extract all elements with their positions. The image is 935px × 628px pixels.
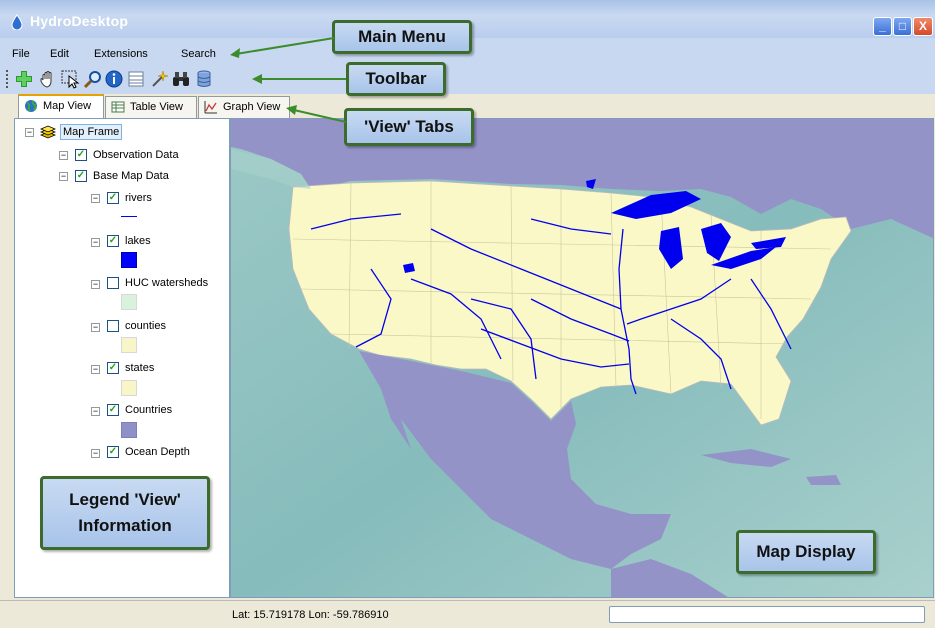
callout-legend-view: Legend 'View' Information <box>40 476 210 550</box>
counties-fill-swatch <box>121 337 137 353</box>
base-map-data-expander[interactable]: − <box>59 172 68 181</box>
minimize-button[interactable]: _ <box>873 17 892 36</box>
huc-watersheds-fill-swatch <box>121 294 137 310</box>
base-map-data-checkbox[interactable]: ✓ <box>75 170 87 182</box>
menu-extensions[interactable]: Extensions <box>94 48 148 60</box>
toolbar <box>0 64 935 94</box>
callout-toolbar: Toolbar <box>346 62 446 96</box>
tab-table-view[interactable]: Table View <box>105 96 197 118</box>
attribute-table-icon[interactable] <box>126 69 146 89</box>
states-expander[interactable]: − <box>91 365 100 374</box>
observation-data-checkbox[interactable]: ✓ <box>75 149 87 161</box>
hydrodesktop-window: HydroDesktop _ □ X File Edit Extensions … <box>0 0 935 628</box>
tab-graph-view[interactable]: Graph View <box>198 96 290 118</box>
graph-icon <box>204 101 217 114</box>
window-title: HydroDesktop <box>30 13 129 29</box>
legend-ocean-depth[interactable]: Ocean Depth <box>125 446 190 458</box>
app-droplet-icon <box>11 14 23 30</box>
legend-rivers[interactable]: rivers <box>125 192 152 204</box>
tab-map-view[interactable]: Map View <box>18 94 104 118</box>
ocean-depth-expander[interactable]: − <box>91 449 100 458</box>
legend-base-map-data[interactable]: Base Map Data <box>93 170 169 182</box>
globe-icon <box>25 100 37 112</box>
tab-map-view-label: Map View <box>43 100 92 112</box>
countries-expander[interactable]: − <box>91 407 100 416</box>
toolbar-grip[interactable] <box>6 70 11 88</box>
pan-hand-icon[interactable] <box>38 69 58 89</box>
status-progress-bar <box>609 606 925 623</box>
map-display[interactable] <box>230 118 934 598</box>
countries-fill-swatch <box>121 422 137 438</box>
map-canvas[interactable] <box>231 119 934 598</box>
layers-stack-icon <box>40 125 56 139</box>
menu-edit[interactable]: Edit <box>50 48 69 60</box>
lakes-fill-swatch <box>121 252 137 268</box>
callout-legend-line2: Information <box>78 516 172 535</box>
menu-file[interactable]: File <box>12 48 30 60</box>
zoom-icon[interactable] <box>83 69 103 89</box>
add-layer-icon[interactable] <box>14 69 34 89</box>
arrow-toolbar <box>252 74 346 84</box>
binoculars-icon[interactable] <box>171 69 191 89</box>
maximize-button[interactable]: □ <box>893 17 912 36</box>
legend-counties[interactable]: counties <box>125 320 166 332</box>
legend-huc-watersheds[interactable]: HUC watersheds <box>125 277 208 289</box>
counties-checkbox[interactable] <box>107 320 119 332</box>
legend-map-frame[interactable]: Map Frame <box>60 124 123 140</box>
legend-countries[interactable]: Countries <box>125 404 172 416</box>
coordinates-readout: Lat: 15.719178 Lon: -59.786910 <box>232 609 389 621</box>
states-fill-swatch <box>121 380 137 396</box>
rivers-checkbox[interactable]: ✓ <box>107 192 119 204</box>
tab-graph-view-label: Graph View <box>223 101 281 113</box>
lakes-checkbox[interactable]: ✓ <box>107 235 119 247</box>
close-button[interactable]: X <box>913 17 933 36</box>
states-checkbox[interactable]: ✓ <box>107 362 119 374</box>
rivers-expander[interactable]: − <box>91 194 100 203</box>
callout-main-menu: Main Menu <box>332 20 472 54</box>
huc-watersheds-checkbox[interactable] <box>107 277 119 289</box>
observation-data-expander[interactable]: − <box>59 151 68 160</box>
wand-icon[interactable] <box>149 69 169 89</box>
lakes-expander[interactable]: − <box>91 238 100 247</box>
callout-view-tabs: 'View' Tabs <box>344 108 474 146</box>
callout-map-display: Map Display <box>736 530 876 574</box>
ocean-depth-checkbox[interactable]: ✓ <box>107 446 119 458</box>
arrow-view-tabs <box>286 105 347 123</box>
table-icon <box>111 101 125 113</box>
map-frame-expander[interactable]: − <box>25 128 34 137</box>
info-icon[interactable] <box>104 69 124 89</box>
menu-search[interactable]: Search <box>181 48 216 60</box>
rivers-line-swatch <box>121 216 137 217</box>
callout-legend-line1: Legend 'View' <box>69 490 181 509</box>
select-icon[interactable] <box>60 69 80 89</box>
huc-watersheds-expander[interactable]: − <box>91 280 100 289</box>
legend-lakes[interactable]: lakes <box>125 235 151 247</box>
tab-table-view-label: Table View <box>130 101 183 113</box>
legend-observation-data[interactable]: Observation Data <box>93 149 179 161</box>
countries-checkbox[interactable]: ✓ <box>107 404 119 416</box>
database-icon[interactable] <box>194 69 214 89</box>
counties-expander[interactable]: − <box>91 323 100 332</box>
legend-states[interactable]: states <box>125 362 154 374</box>
arrow-main-menu <box>230 37 335 58</box>
